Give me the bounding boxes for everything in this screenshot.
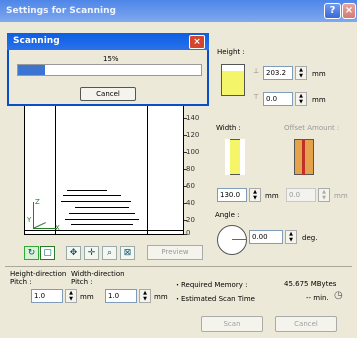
ruler-tick-label: 40 <box>186 199 195 207</box>
ruler-tick-label: 100 <box>186 148 200 156</box>
width-pitch-label: Width-direction Pitch : <box>71 270 125 286</box>
x-axis-line <box>33 228 57 229</box>
angle-dial-needle <box>232 239 246 240</box>
guide-line <box>55 98 56 234</box>
scan-time-label: ・Estimated Scan Time <box>174 295 255 303</box>
y-axis-label: Y <box>27 216 32 224</box>
scan-trace <box>67 190 107 191</box>
ruler-tick-label: 120 <box>186 131 200 139</box>
guide-line <box>25 230 183 231</box>
zoom-icon[interactable]: ⌕ <box>102 246 117 260</box>
angle-dial-icon <box>217 225 247 255</box>
height-pitch-field[interactable]: 1.0 <box>31 289 63 303</box>
scan-button[interactable]: Scan <box>201 316 263 332</box>
width-pitch-stepper[interactable]: ▲ ▼ <box>139 289 151 303</box>
height-field[interactable]: 203.2 <box>263 66 293 80</box>
width-offset-unit: mm <box>334 192 348 200</box>
height-unit: mm <box>312 70 326 78</box>
height-pitch-label: Height-direction Pitch : <box>10 270 67 286</box>
height-pitch-stepper[interactable]: ▲ ▼ <box>65 289 77 303</box>
height-offset-unit: mm <box>312 96 326 104</box>
required-memory-value: 45.675 MBytes <box>284 280 337 288</box>
required-memory-label: ・Required Memory : <box>174 281 248 289</box>
rotate-view-icon[interactable]: ✥ <box>66 246 81 260</box>
z-axis-label: Z <box>35 198 40 206</box>
scan-trace <box>63 195 121 196</box>
preview-button[interactable]: Preview <box>147 245 203 260</box>
height-stepper[interactable]: ▲ ▼ <box>295 66 307 80</box>
ruler-tick-label: 20 <box>186 216 195 224</box>
scan-preview: Y Z X <box>24 97 184 235</box>
ruler-tick-label: 0 <box>186 229 191 237</box>
close-button[interactable]: × <box>342 3 356 19</box>
z-axis-line <box>33 202 34 228</box>
angle-label: Angle : <box>215 211 240 219</box>
angle-field[interactable]: 0.00 <box>249 230 283 244</box>
width-offset-stepper[interactable]: ▲ ▼ <box>318 188 330 202</box>
scan-trace <box>65 219 139 220</box>
reset-view-icon[interactable]: ↻ <box>24 246 39 260</box>
scan-trace <box>69 213 135 214</box>
height-offset-field[interactable]: 0.0 <box>263 92 293 106</box>
scanning-close-button[interactable]: × <box>189 35 205 49</box>
ruler-tick-label: 140 <box>186 114 200 122</box>
height-offset-stepper[interactable]: ▲ ▼ <box>295 92 307 106</box>
guide-line <box>147 98 148 234</box>
fit-view-icon[interactable]: ⊠ <box>120 246 135 260</box>
divider <box>5 266 352 267</box>
scan-trace <box>71 224 133 225</box>
angle-unit: deg. <box>302 234 318 242</box>
scanning-cancel-button[interactable]: Cancel <box>80 87 136 101</box>
height-label: Height : <box>217 48 245 56</box>
clock-icon: ◷ <box>334 290 343 301</box>
scan-time-value: -- min. <box>306 294 329 302</box>
help-button[interactable]: ? <box>324 3 341 19</box>
offset-diagram-mark <box>302 139 305 175</box>
dialog-title: Settings for Scanning <box>0 0 357 22</box>
scan-trace <box>75 207 129 208</box>
select-frame-icon[interactable]: ▢ <box>40 246 55 260</box>
width-offset-field[interactable]: 0.0 <box>286 188 316 202</box>
progress-percent: 15% <box>103 55 119 63</box>
width-pitch-field[interactable]: 1.0 <box>105 289 137 303</box>
offset-arrow-icon: ⊤ <box>253 93 260 101</box>
scan-trace <box>61 201 131 202</box>
offset-amount-label: Offset Amount : <box>284 124 340 132</box>
ruler-tick-label: 80 <box>186 165 195 173</box>
x-axis-label: X <box>55 224 60 232</box>
width-field[interactable]: 130.0 <box>217 188 247 202</box>
height-pitch-unit: mm <box>80 293 94 301</box>
angle-stepper[interactable]: ▲ ▼ <box>285 230 297 244</box>
scanning-title: Scanning <box>7 33 209 50</box>
width-pitch-unit: mm <box>154 293 168 301</box>
ruler-tick-label: 60 <box>186 182 195 190</box>
cancel-button[interactable]: Cancel <box>275 316 337 332</box>
height-arrow-icon: ⊥ <box>253 67 260 75</box>
progress-fill <box>18 65 45 75</box>
height-diagram-top <box>221 64 245 71</box>
width-diagram-sides <box>225 139 245 175</box>
width-label: Width : <box>216 124 241 132</box>
width-stepper[interactable]: ▲ ▼ <box>249 188 261 202</box>
pan-view-icon[interactable]: ✛ <box>84 246 99 260</box>
width-unit: mm <box>265 192 279 200</box>
